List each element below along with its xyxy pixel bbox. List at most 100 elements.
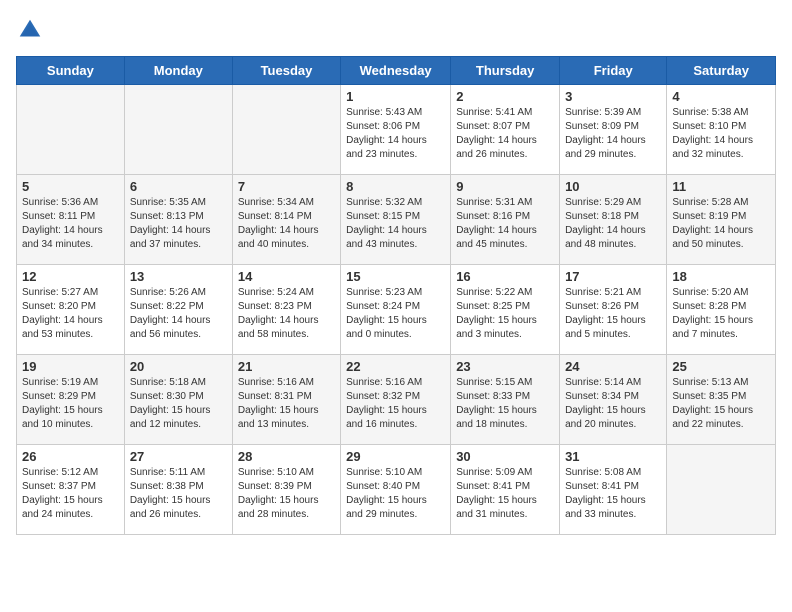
day-info: Sunrise: 5:28 AM Sunset: 8:19 PM Dayligh… xyxy=(672,196,770,252)
day-info: Sunrise: 5:18 AM Sunset: 8:30 PM Dayligh… xyxy=(130,376,227,432)
day-number: 26 xyxy=(22,449,119,464)
calendar-cell: 31Sunrise: 5:08 AM Sunset: 8:41 PM Dayli… xyxy=(560,445,667,535)
calendar-cell: 18 Sunrise: 5:20 AM Sunset: 8:28 PM Dayli… xyxy=(667,265,776,355)
calendar-cell: 21Sunrise: 5:16 AM Sunset: 8:31 PM Dayli… xyxy=(232,355,340,445)
day-info: Sunrise: 5:35 AM Sunset: 8:13 PM Dayligh… xyxy=(130,196,227,252)
calendar-cell: 20 Sunrise: 5:18 AM Sunset: 8:30 PM Dayli… xyxy=(124,355,232,445)
day-number: 22 xyxy=(346,359,445,374)
day-number: 1 xyxy=(346,89,445,104)
calendar-cell: 7Sunrise: 5:34 AM Sunset: 8:14 PM Daylig… xyxy=(232,175,340,265)
day-number: 8 xyxy=(346,179,445,194)
calendar-cell: 17 Sunrise: 5:21 AM Sunset: 8:26 PM Dayli… xyxy=(560,265,667,355)
day-number: 11 xyxy=(672,179,770,194)
day-info: Sunrise: 5:12 AM Sunset: 8:37 PM Dayligh… xyxy=(22,466,119,522)
day-number: 15 xyxy=(346,269,445,284)
day-number: 24 xyxy=(565,359,661,374)
logo xyxy=(16,16,48,44)
calendar-cell: 25 Sunrise: 5:13 AM Sunset: 8:35 PM Dayli… xyxy=(667,355,776,445)
day-number: 19 xyxy=(22,359,119,374)
day-number: 30 xyxy=(456,449,554,464)
calendar-cell: 15 Sunrise: 5:23 AM Sunset: 8:24 PM Dayli… xyxy=(341,265,451,355)
day-info: Sunrise: 5:27 AM Sunset: 8:20 PM Dayligh… xyxy=(22,286,119,342)
calendar-cell: 3Sunrise: 5:39 AM Sunset: 8:09 PM Daylig… xyxy=(560,85,667,175)
calendar-cell: 30 Sunrise: 5:09 AM Sunset: 8:41 PM Dayli… xyxy=(451,445,560,535)
day-info: Sunrise: 5:22 AM Sunset: 8:25 PM Dayligh… xyxy=(456,286,554,342)
day-number: 13 xyxy=(130,269,227,284)
day-info: Sunrise: 5:21 AM Sunset: 8:26 PM Dayligh… xyxy=(565,286,661,342)
day-number: 28 xyxy=(238,449,335,464)
day-info: Sunrise: 5:11 AM Sunset: 8:38 PM Dayligh… xyxy=(130,466,227,522)
day-number: 17 xyxy=(565,269,661,284)
calendar-cell: 14 Sunrise: 5:24 AM Sunset: 8:23 PM Dayli… xyxy=(232,265,340,355)
calendar-cell: 27 Sunrise: 5:11 AM Sunset: 8:38 PM Dayli… xyxy=(124,445,232,535)
calendar-cell: 6 Sunrise: 5:35 AM Sunset: 8:13 PM Daylig… xyxy=(124,175,232,265)
calendar-cell: 2Sunrise: 5:41 AM Sunset: 8:07 PM Daylig… xyxy=(451,85,560,175)
calendar-cell: 12 Sunrise: 5:27 AM Sunset: 8:20 PM Dayli… xyxy=(17,265,125,355)
calendar-cell: 28 Sunrise: 5:10 AM Sunset: 8:39 PM Dayli… xyxy=(232,445,340,535)
calendar-cell xyxy=(17,85,125,175)
calendar-cell: 4Sunrise: 5:38 AM Sunset: 8:10 PM Daylig… xyxy=(667,85,776,175)
calendar-cell: 19 Sunrise: 5:19 AM Sunset: 8:29 PM Dayli… xyxy=(17,355,125,445)
day-info: Sunrise: 5:26 AM Sunset: 8:22 PM Dayligh… xyxy=(130,286,227,342)
day-info: Sunrise: 5:20 AM Sunset: 8:28 PM Dayligh… xyxy=(672,286,770,342)
day-info: Sunrise: 5:23 AM Sunset: 8:24 PM Dayligh… xyxy=(346,286,445,342)
day-info: Sunrise: 5:36 AM Sunset: 8:11 PM Dayligh… xyxy=(22,196,119,252)
day-number: 18 xyxy=(672,269,770,284)
calendar-header-wednesday: Wednesday xyxy=(341,57,451,85)
day-number: 4 xyxy=(672,89,770,104)
calendar-week-row: 26 Sunrise: 5:12 AM Sunset: 8:37 PM Dayli… xyxy=(17,445,776,535)
calendar-cell: 8 Sunrise: 5:32 AM Sunset: 8:15 PM Daylig… xyxy=(341,175,451,265)
calendar-cell: 22Sunrise: 5:16 AM Sunset: 8:32 PM Dayli… xyxy=(341,355,451,445)
day-info: Sunrise: 5:31 AM Sunset: 8:16 PM Dayligh… xyxy=(456,196,554,252)
calendar-header-thursday: Thursday xyxy=(451,57,560,85)
calendar-cell: 26 Sunrise: 5:12 AM Sunset: 8:37 PM Dayli… xyxy=(17,445,125,535)
day-number: 7 xyxy=(238,179,335,194)
calendar-cell: 5Sunrise: 5:36 AM Sunset: 8:11 PM Daylig… xyxy=(17,175,125,265)
day-number: 3 xyxy=(565,89,661,104)
day-number: 25 xyxy=(672,359,770,374)
day-number: 14 xyxy=(238,269,335,284)
calendar-cell: 9 Sunrise: 5:31 AM Sunset: 8:16 PM Daylig… xyxy=(451,175,560,265)
day-info: Sunrise: 5:16 AM Sunset: 8:31 PM Dayligh… xyxy=(238,376,335,432)
logo-icon xyxy=(16,16,44,44)
calendar-header-sunday: Sunday xyxy=(17,57,125,85)
day-number: 23 xyxy=(456,359,554,374)
day-info: Sunrise: 5:14 AM Sunset: 8:34 PM Dayligh… xyxy=(565,376,661,432)
day-number: 27 xyxy=(130,449,227,464)
calendar-cell xyxy=(124,85,232,175)
page-header xyxy=(16,16,776,44)
day-number: 20 xyxy=(130,359,227,374)
calendar-week-row: 19 Sunrise: 5:19 AM Sunset: 8:29 PM Dayli… xyxy=(17,355,776,445)
day-info: Sunrise: 5:10 AM Sunset: 8:39 PM Dayligh… xyxy=(238,466,335,522)
calendar-cell xyxy=(232,85,340,175)
calendar-cell: 29 Sunrise: 5:10 AM Sunset: 8:40 PM Dayli… xyxy=(341,445,451,535)
day-info: Sunrise: 5:29 AM Sunset: 8:18 PM Dayligh… xyxy=(565,196,661,252)
calendar-cell: 16 Sunrise: 5:22 AM Sunset: 8:25 PM Dayli… xyxy=(451,265,560,355)
calendar-cell: 1Sunrise: 5:43 AM Sunset: 8:06 PM Daylig… xyxy=(341,85,451,175)
calendar-cell: 23Sunrise: 5:15 AM Sunset: 8:33 PM Dayli… xyxy=(451,355,560,445)
day-info: Sunrise: 5:24 AM Sunset: 8:23 PM Dayligh… xyxy=(238,286,335,342)
calendar-header-monday: Monday xyxy=(124,57,232,85)
calendar-week-row: 5Sunrise: 5:36 AM Sunset: 8:11 PM Daylig… xyxy=(17,175,776,265)
calendar-cell: 24 Sunrise: 5:14 AM Sunset: 8:34 PM Dayli… xyxy=(560,355,667,445)
calendar-cell: 11 Sunrise: 5:28 AM Sunset: 8:19 PM Dayli… xyxy=(667,175,776,265)
day-number: 12 xyxy=(22,269,119,284)
day-number: 29 xyxy=(346,449,445,464)
day-number: 10 xyxy=(565,179,661,194)
calendar-header-friday: Friday xyxy=(560,57,667,85)
calendar-header-row: SundayMondayTuesdayWednesdayThursdayFrid… xyxy=(17,57,776,85)
calendar-table: SundayMondayTuesdayWednesdayThursdayFrid… xyxy=(16,56,776,535)
day-info: Sunrise: 5:41 AM Sunset: 8:07 PM Dayligh… xyxy=(456,106,554,162)
day-number: 16 xyxy=(456,269,554,284)
day-number: 9 xyxy=(456,179,554,194)
day-info: Sunrise: 5:19 AM Sunset: 8:29 PM Dayligh… xyxy=(22,376,119,432)
calendar-header-saturday: Saturday xyxy=(667,57,776,85)
day-number: 6 xyxy=(130,179,227,194)
calendar-cell: 10 Sunrise: 5:29 AM Sunset: 8:18 PM Dayli… xyxy=(560,175,667,265)
day-info: Sunrise: 5:13 AM Sunset: 8:35 PM Dayligh… xyxy=(672,376,770,432)
calendar-week-row: 12 Sunrise: 5:27 AM Sunset: 8:20 PM Dayli… xyxy=(17,265,776,355)
day-info: Sunrise: 5:32 AM Sunset: 8:15 PM Dayligh… xyxy=(346,196,445,252)
day-info: Sunrise: 5:10 AM Sunset: 8:40 PM Dayligh… xyxy=(346,466,445,522)
day-info: Sunrise: 5:09 AM Sunset: 8:41 PM Dayligh… xyxy=(456,466,554,522)
day-info: Sunrise: 5:08 AM Sunset: 8:41 PM Dayligh… xyxy=(565,466,661,522)
